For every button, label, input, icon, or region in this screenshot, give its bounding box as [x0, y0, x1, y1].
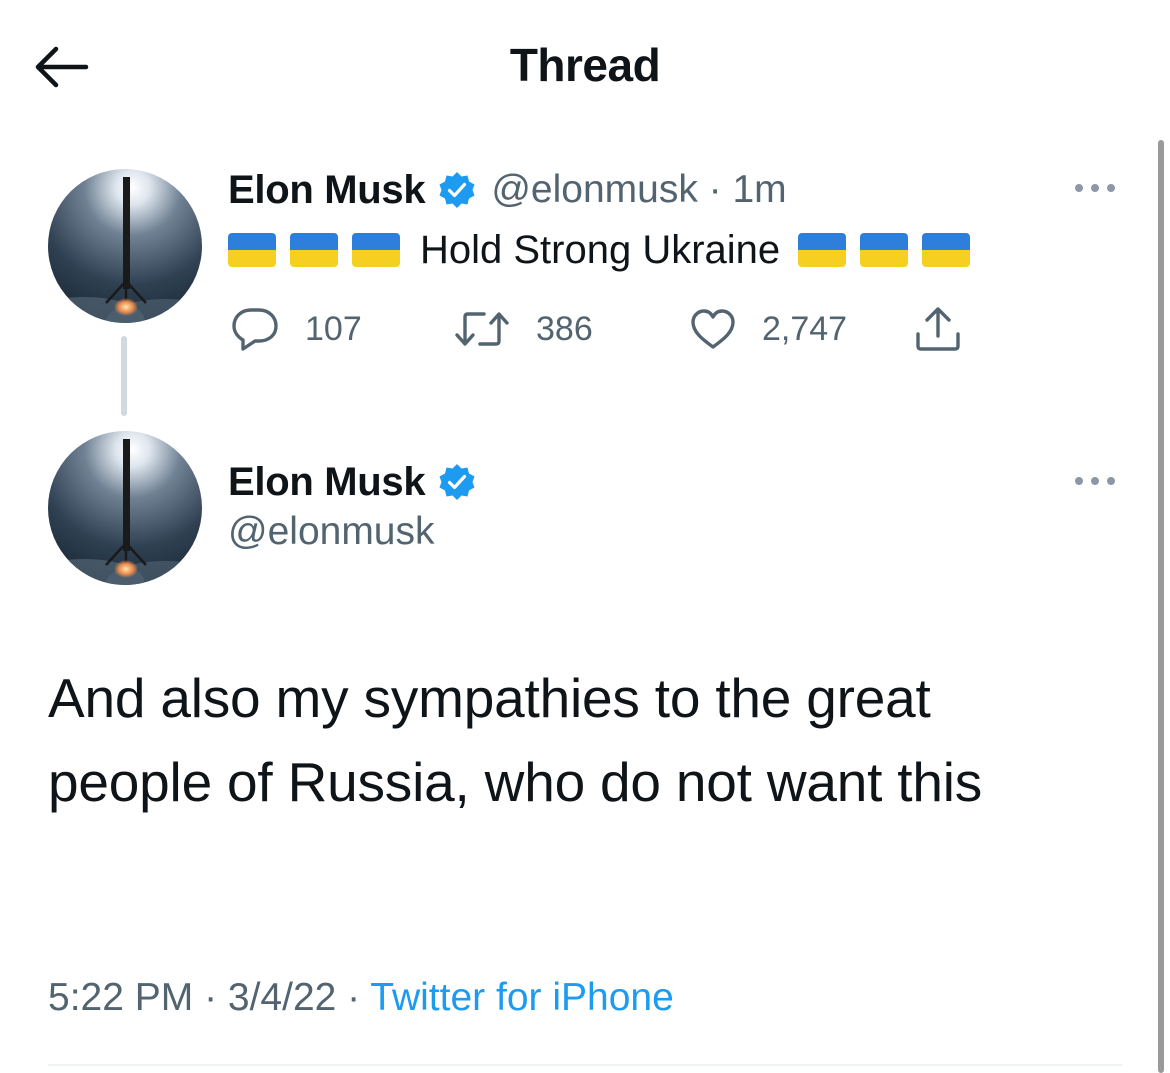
- avatar[interactable]: [48, 431, 202, 585]
- more-options-icon[interactable]: [1072, 474, 1118, 488]
- divider: [48, 1064, 1122, 1066]
- reply-icon: [232, 308, 278, 351]
- author-handle[interactable]: @elonmusk: [228, 510, 435, 554]
- share-button[interactable]: [913, 304, 989, 354]
- verified-badge-icon: [439, 172, 475, 208]
- scrollbar[interactable]: [1158, 140, 1164, 1073]
- tweet-text: Hold Strong Ukraine: [228, 222, 984, 278]
- tweet-body: And also my sympathies to the great peop…: [48, 667, 983, 813]
- rocket-avatar-image: [48, 431, 202, 585]
- author-name[interactable]: Elon Musk: [228, 460, 426, 505]
- ukraine-flag-icon: [290, 233, 338, 267]
- ukraine-flag-icon: [228, 233, 276, 267]
- tweet-timestamp[interactable]: 5:22 PM · 3/4/22 ·: [48, 976, 370, 1019]
- ukraine-flags-group: [798, 233, 984, 267]
- author-handle-time[interactable]: @elonmusk · 1m: [491, 168, 786, 212]
- like-button[interactable]: 2,747: [690, 304, 847, 354]
- thread-page: Thread Elon Musk @elonmusk · 1m Hold Str…: [0, 0, 1170, 1073]
- more-options-icon[interactable]: [1072, 181, 1118, 195]
- page-title: Thread: [509, 39, 661, 91]
- avatar[interactable]: [48, 169, 202, 323]
- share-icon: [916, 307, 960, 351]
- tweet-source-link[interactable]: Twitter for iPhone: [370, 976, 673, 1019]
- tweet-timestamp-source: 5:22 PM · 3/4/22 · Twitter for iPhone: [48, 976, 674, 1020]
- ukraine-flag-icon: [352, 233, 400, 267]
- ukraine-flag-icon: [860, 233, 909, 267]
- ukraine-flag-icon: [798, 233, 847, 267]
- reply-count: 107: [305, 309, 362, 348]
- tweet-header: Elon Musk @elonmusk · 1m: [228, 164, 787, 216]
- rocket-avatar-image: [48, 169, 202, 323]
- thread-connector-line: [121, 336, 127, 416]
- tweet-header: Elon Musk: [228, 456, 477, 508]
- reply-button[interactable]: 107: [231, 304, 362, 354]
- retweet-button[interactable]: 386: [454, 304, 593, 354]
- author-name[interactable]: Elon Musk: [228, 168, 426, 213]
- ukraine-flags-group: [228, 233, 414, 267]
- tweet-text-content: Hold Strong Ukraine: [420, 227, 781, 272]
- retweet-icon: [455, 312, 509, 346]
- retweet-count: 386: [536, 309, 593, 348]
- ukraine-flag-icon: [922, 233, 971, 267]
- verified-badge-icon: [439, 464, 475, 500]
- like-count: 2,747: [762, 309, 848, 348]
- heart-icon: [691, 309, 735, 349]
